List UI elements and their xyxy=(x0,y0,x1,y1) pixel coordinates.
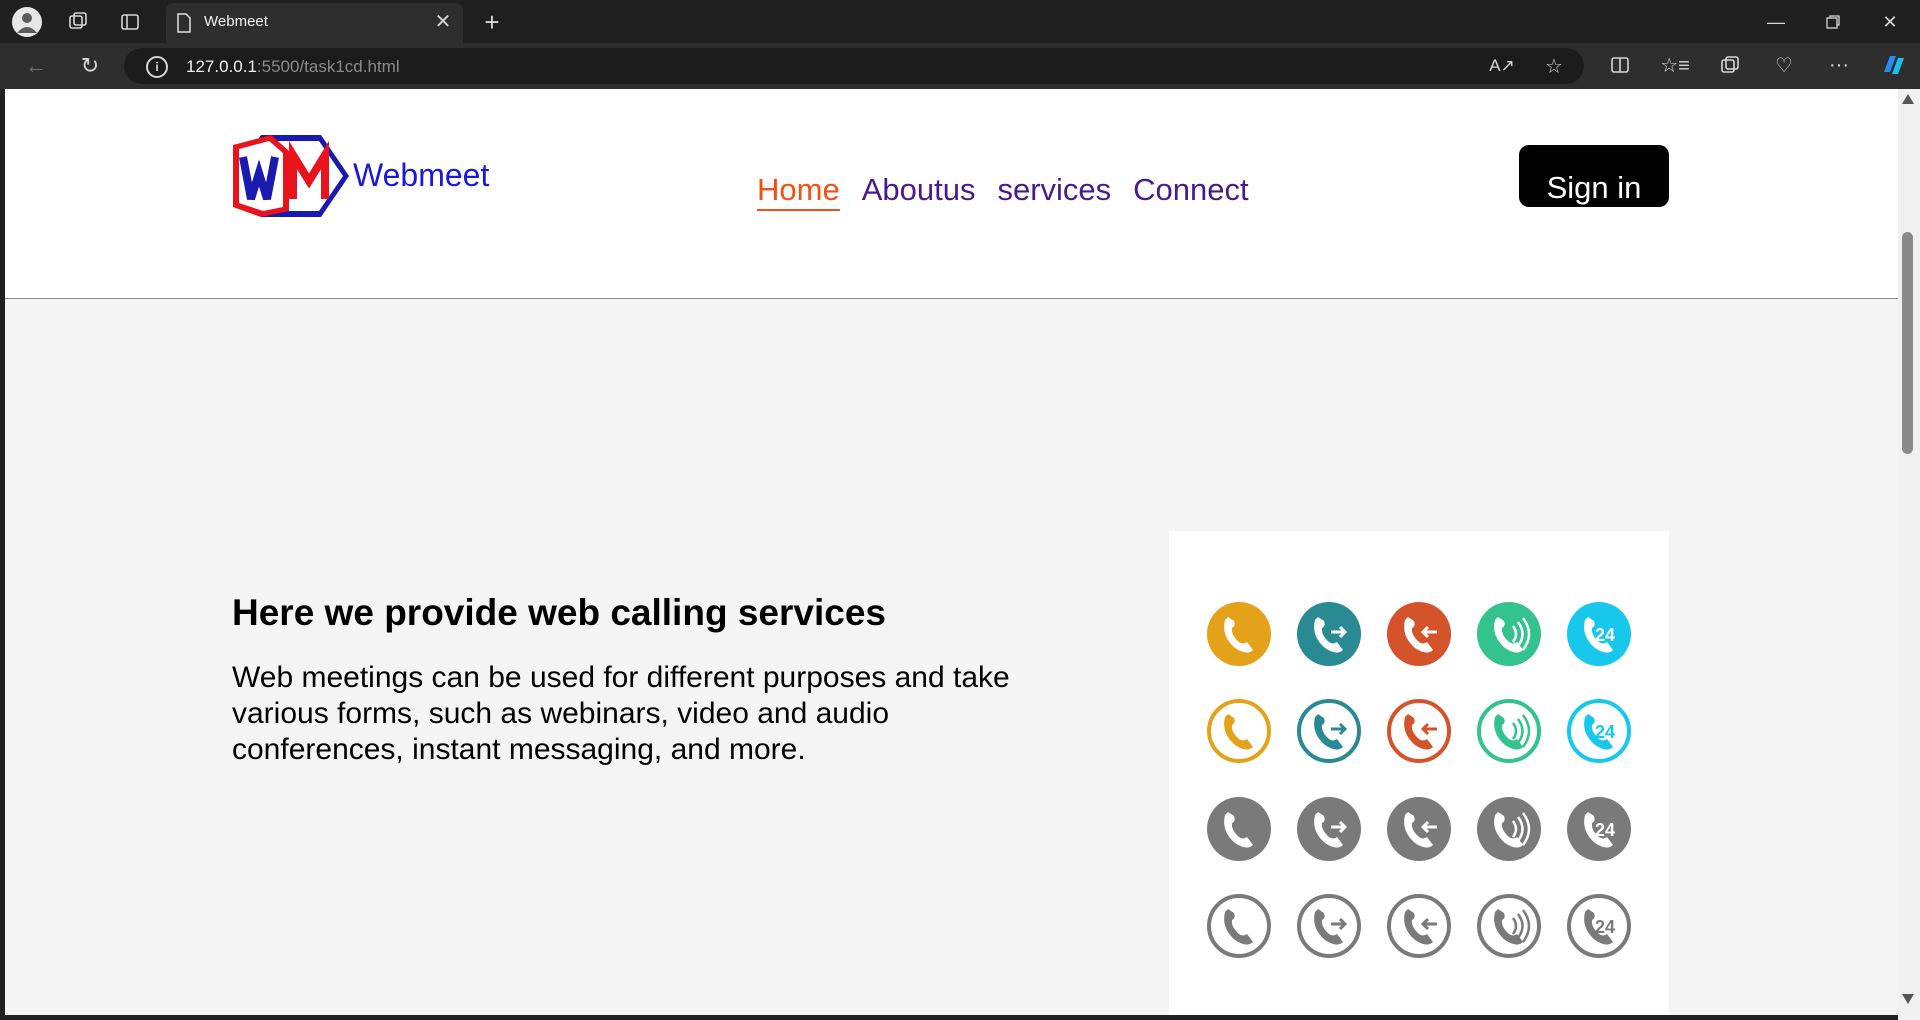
phone-icon xyxy=(1477,797,1541,861)
phone-icon: 24 xyxy=(1567,797,1631,861)
site-header: Webmeet Home Aboutus services Connect Si… xyxy=(5,89,1898,299)
phone-icon xyxy=(1387,602,1451,666)
split-screen-icon[interactable] xyxy=(1604,49,1636,81)
browser-essentials-icon[interactable]: ♡ xyxy=(1768,49,1800,81)
badge-24-label: 24 xyxy=(1595,625,1615,645)
tab-actions-icon[interactable] xyxy=(116,8,144,36)
nav-aboutus[interactable]: Aboutus xyxy=(862,172,976,211)
phone-icon xyxy=(1387,699,1451,763)
nav-connect[interactable]: Connect xyxy=(1133,172,1248,211)
phone-icon xyxy=(1297,894,1361,958)
badge-24-label: 24 xyxy=(1595,820,1615,840)
active-tab[interactable]: Webmeet ✕ xyxy=(166,3,463,43)
close-window-icon[interactable]: ✕ xyxy=(1874,6,1906,38)
phone-icon: 24 xyxy=(1567,894,1631,958)
phone-icon xyxy=(1297,797,1361,861)
brand-name[interactable]: Webmeet xyxy=(353,157,489,194)
phone-icon xyxy=(1297,699,1361,763)
close-tab-icon[interactable]: ✕ xyxy=(431,10,455,34)
tab-title: Webmeet xyxy=(204,13,268,30)
site-info-icon[interactable]: i xyxy=(146,56,168,78)
badge-24-label: 24 xyxy=(1595,917,1615,937)
phone-icon xyxy=(1207,699,1271,763)
phone-icon xyxy=(1297,602,1361,666)
phone-icons-image: 24 24 24 24 xyxy=(1169,531,1669,1015)
nav-home[interactable]: Home xyxy=(757,172,840,211)
phone-icon xyxy=(1387,894,1451,958)
restore-icon[interactable] xyxy=(1817,6,1849,38)
phone-icon: 24 xyxy=(1567,699,1631,763)
phone-icon: 24 xyxy=(1567,602,1631,666)
favorites-icon[interactable]: ☆≡ xyxy=(1659,49,1691,81)
hero-title: Here we provide web calling services xyxy=(232,592,886,633)
sign-in-button[interactable]: Sign in xyxy=(1519,145,1669,207)
collections-icon[interactable] xyxy=(1714,49,1746,81)
scroll-up-arrow-icon[interactable] xyxy=(1902,94,1914,104)
favorite-star-icon[interactable]: ☆ xyxy=(1540,52,1568,80)
phone-icon xyxy=(1387,797,1451,861)
url-text: 127.0.0.1:5500/task1cd.html xyxy=(186,57,400,76)
back-icon[interactable]: ← xyxy=(20,50,52,82)
page-icon xyxy=(176,13,192,38)
phone-icon xyxy=(1477,894,1541,958)
page-viewport: Webmeet Home Aboutus services Connect Si… xyxy=(5,89,1898,1015)
address-bar[interactable]: i 127.0.0.1:5500/task1cd.html A↗ ☆ xyxy=(124,48,1584,84)
scrollbar[interactable] xyxy=(1898,89,1920,1020)
webmeet-logo[interactable] xyxy=(231,133,349,219)
main-nav: Home Aboutus services Connect xyxy=(757,172,1249,211)
new-tab-icon[interactable]: + xyxy=(478,7,506,37)
phone-icon xyxy=(1477,699,1541,763)
phone-icon xyxy=(1477,602,1541,666)
refresh-icon[interactable]: ↻ xyxy=(74,50,106,82)
phone-icon-grid: 24 24 24 24 xyxy=(1207,602,1631,958)
phone-icon xyxy=(1207,797,1271,861)
phone-icon xyxy=(1207,894,1271,958)
nav-services[interactable]: services xyxy=(997,172,1111,211)
settings-more-icon[interactable]: ··· xyxy=(1823,49,1855,81)
profile-icon[interactable] xyxy=(12,7,42,37)
badge-24-label: 24 xyxy=(1595,722,1615,742)
minimize-icon[interactable]: — xyxy=(1760,6,1792,38)
browser-tab-bar: Webmeet ✕ + — ✕ xyxy=(0,0,1920,43)
phone-icon xyxy=(1207,602,1271,666)
read-aloud-icon[interactable]: A↗ xyxy=(1488,52,1516,80)
scroll-down-arrow-icon[interactable] xyxy=(1902,994,1914,1004)
scrollbar-thumb[interactable] xyxy=(1902,232,1913,454)
copilot-icon[interactable] xyxy=(1877,49,1909,81)
sign-in-label: Sign in xyxy=(1546,170,1642,205)
workspaces-icon[interactable] xyxy=(64,8,92,36)
hero-description: Web meetings can be used for different p… xyxy=(232,661,1010,766)
